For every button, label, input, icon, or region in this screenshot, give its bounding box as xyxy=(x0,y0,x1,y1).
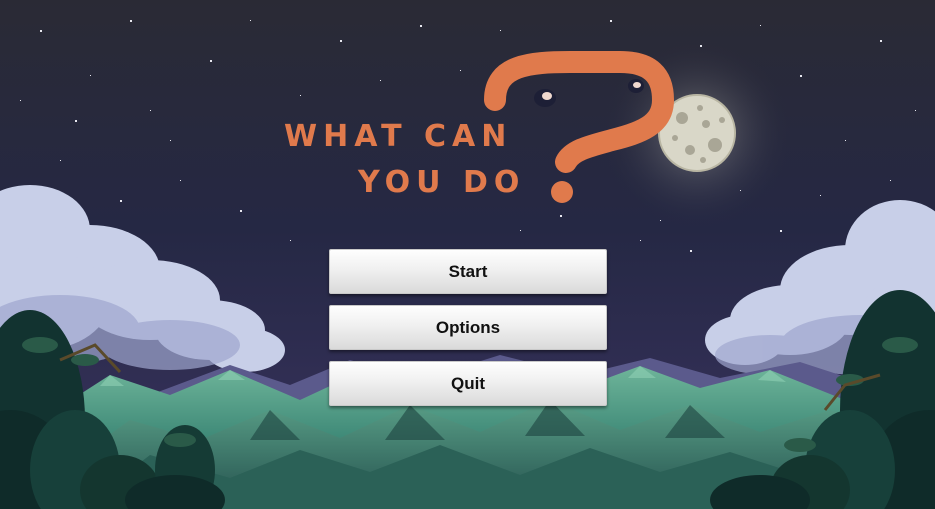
game-title-line-1: WHAT CAN xyxy=(284,119,513,154)
quit-button[interactable]: Quit xyxy=(329,361,607,406)
title-screen: WHAT CAN YOU DO Start Options Quit xyxy=(0,0,935,509)
game-title-line-2: YOU DO xyxy=(358,165,526,200)
start-button[interactable]: Start xyxy=(329,249,607,294)
options-button[interactable]: Options xyxy=(329,305,607,350)
